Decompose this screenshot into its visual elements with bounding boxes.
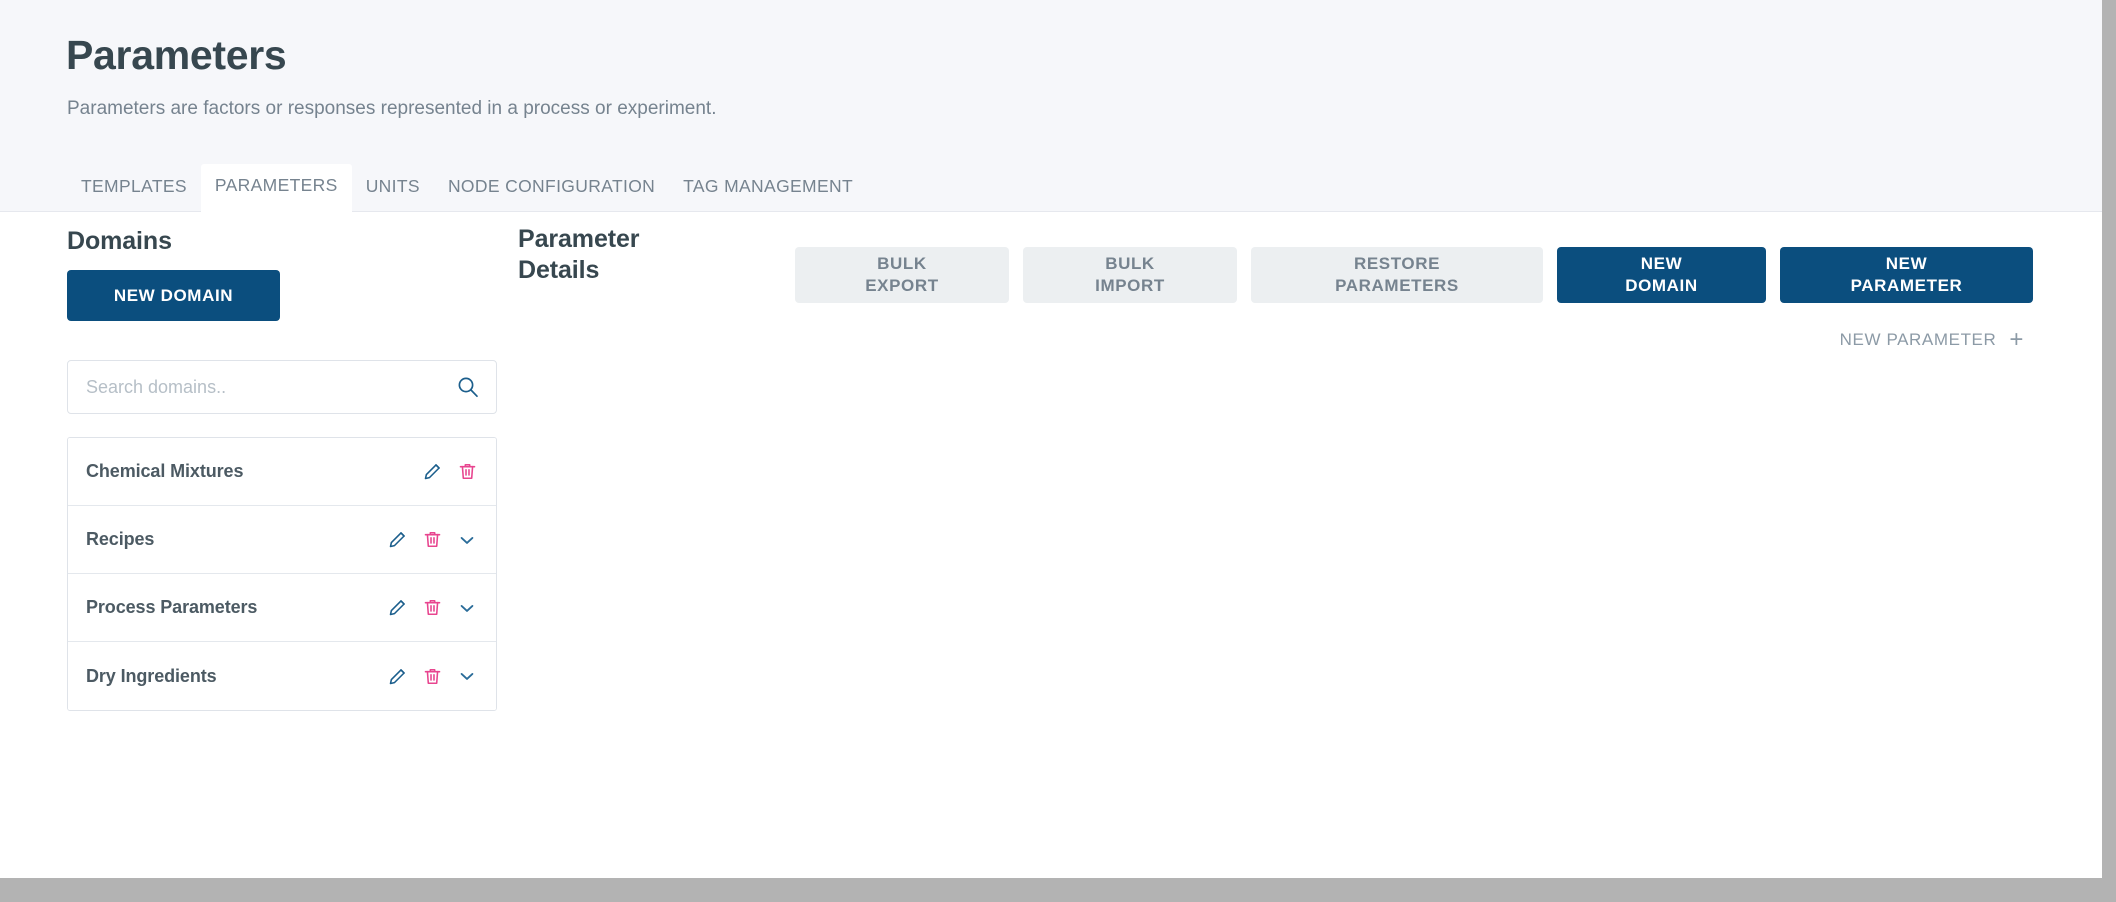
list-item[interactable]: Process Parameters <box>68 574 496 642</box>
domains-heading: Domains <box>67 227 172 255</box>
domain-name: Process Parameters <box>86 597 258 617</box>
content-area: Domains NEW DOMAIN Chemical Mixtures <box>0 212 2102 878</box>
new-parameter-action-button[interactable]: NEW PARAMETER <box>1780 247 2033 303</box>
window-frame-bottom <box>0 878 2116 902</box>
domain-name: Chemical Mixtures <box>86 461 244 481</box>
pencil-icon[interactable] <box>386 597 408 619</box>
tab-templates[interactable]: TEMPLATES <box>67 165 201 212</box>
list-item[interactable]: Recipes <box>68 506 496 574</box>
domain-list: Chemical Mixtures Recipes Process Parame… <box>67 437 497 711</box>
screenshot-viewport: Parameters Parameters are factors or res… <box>0 0 2116 902</box>
restore-parameters-label: RESTORE PARAMETERS <box>1335 254 1459 295</box>
domain-name: Dry Ingredients <box>86 665 217 686</box>
row-actions <box>386 665 478 687</box>
new-domain-button[interactable]: NEW DOMAIN <box>67 270 280 321</box>
pencil-icon[interactable] <box>386 529 408 551</box>
row-actions <box>386 597 478 619</box>
trash-icon[interactable] <box>421 529 443 551</box>
parameter-details-heading: Parameter Details <box>518 225 640 284</box>
trash-icon[interactable] <box>421 597 443 619</box>
restore-parameters-button[interactable]: RESTORE PARAMETERS <box>1251 247 1543 303</box>
bulk-import-button[interactable]: BULK IMPORT <box>1023 247 1237 303</box>
application-page: Parameters Parameters are factors or res… <box>0 0 2102 878</box>
new-parameter-link-label: NEW PARAMETER <box>1839 330 1997 349</box>
row-actions <box>386 529 478 551</box>
new-parameter-link[interactable]: NEW PARAMETER + <box>1840 328 2024 352</box>
domain-name: Recipes <box>86 529 155 549</box>
page-subtitle: Parameters are factors or responses repr… <box>67 98 717 119</box>
row-actions <box>421 461 478 483</box>
pencil-icon[interactable] <box>421 461 443 483</box>
domains-panel: Domains NEW DOMAIN Chemical Mixtures <box>67 227 497 711</box>
trash-icon[interactable] <box>421 665 443 687</box>
window-frame-right <box>2102 0 2116 902</box>
list-item[interactable]: Dry Ingredients <box>68 642 496 710</box>
trash-icon[interactable] <box>456 461 478 483</box>
domain-search[interactable] <box>67 360 497 414</box>
page-header: Parameters Parameters are factors or res… <box>0 0 2102 214</box>
new-domain-action-label: NEW DOMAIN <box>1625 254 1698 295</box>
new-parameter-action-label: NEW PARAMETER <box>1850 254 1963 295</box>
plus-icon[interactable]: + <box>2009 328 2024 352</box>
list-item[interactable]: Chemical Mixtures <box>68 438 496 506</box>
bulk-export-label: BULK EXPORT <box>865 254 939 295</box>
chevron-down-icon[interactable] <box>456 597 478 619</box>
tab-units[interactable]: UNITS <box>352 165 434 212</box>
pencil-icon[interactable] <box>386 665 408 687</box>
action-button-row: BULK EXPORT BULK IMPORT RESTORE PARAMETE… <box>795 247 2033 303</box>
tab-tag-management[interactable]: TAG MANAGEMENT <box>669 165 867 212</box>
tab-parameters[interactable]: PARAMETERS <box>200 164 352 214</box>
tab-bar: TEMPLATES PARAMETERS UNITS NODE CONFIGUR… <box>67 164 867 214</box>
chevron-down-icon[interactable] <box>456 665 478 687</box>
bulk-export-button[interactable]: BULK EXPORT <box>795 247 1009 303</box>
page-title: Parameters <box>66 32 287 78</box>
search-input[interactable] <box>68 361 448 413</box>
bulk-import-label: BULK IMPORT <box>1095 254 1165 295</box>
chevron-down-icon[interactable] <box>456 529 478 551</box>
search-icon[interactable] <box>456 375 480 399</box>
new-domain-action-button[interactable]: NEW DOMAIN <box>1557 247 1766 303</box>
tab-node-configuration[interactable]: NODE CONFIGURATION <box>434 165 669 212</box>
